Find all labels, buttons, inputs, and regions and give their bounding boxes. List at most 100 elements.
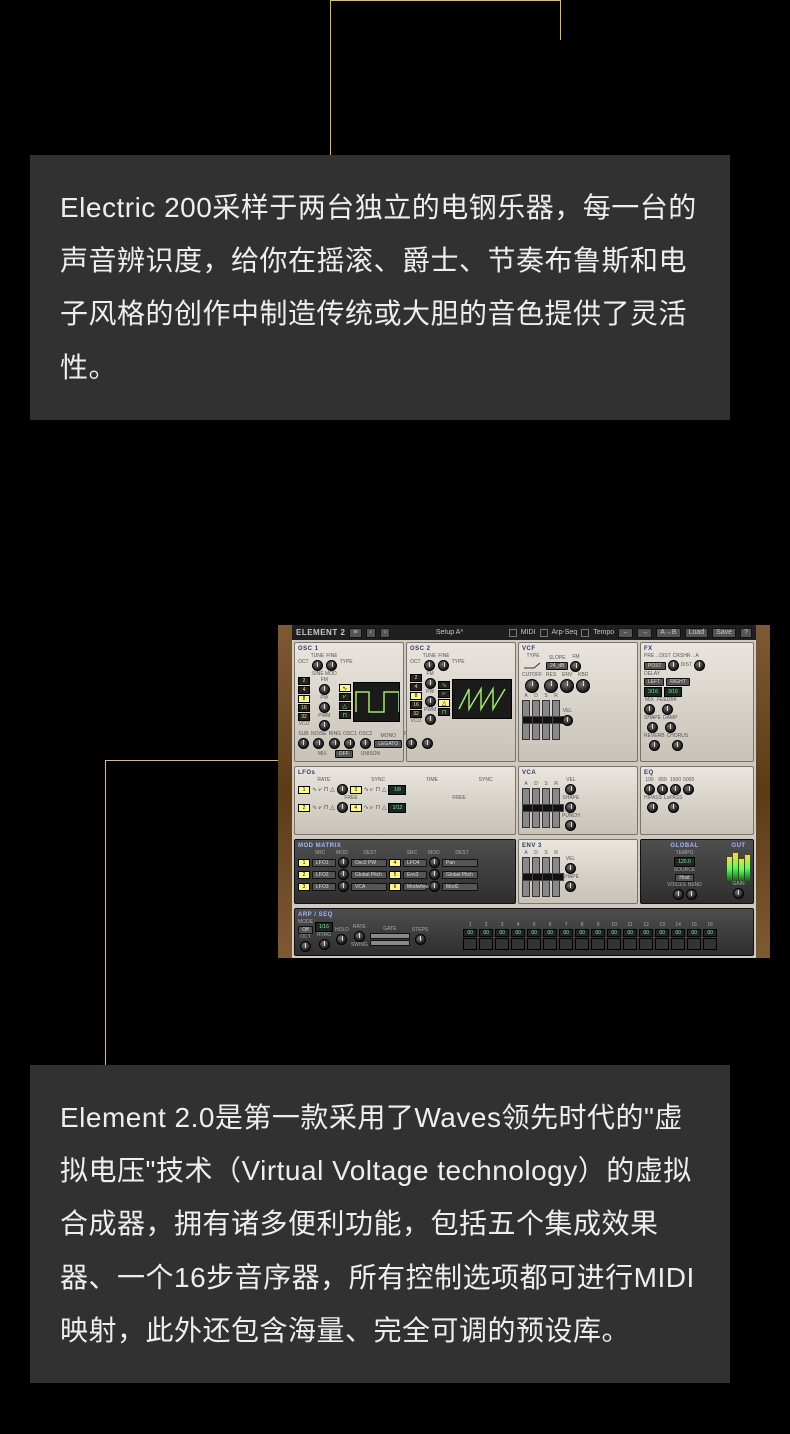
step-pad-12[interactable] — [639, 938, 653, 950]
mm-1-src[interactable]: LFO1 — [312, 859, 336, 867]
vca-s-slider[interactable] — [542, 788, 550, 828]
step-val-3[interactable]: 00 — [495, 929, 509, 937]
mm-5-mod[interactable] — [429, 869, 440, 880]
menu-button[interactable]: ≡ — [349, 628, 361, 638]
fx-damp-knob[interactable] — [665, 722, 676, 733]
step-pad-2[interactable] — [479, 938, 493, 950]
vcf-vel-knob[interactable] — [562, 715, 573, 726]
filter-curve-icon[interactable] — [522, 660, 544, 672]
vcf-d-slider[interactable] — [532, 700, 540, 740]
step-pad-6[interactable] — [543, 938, 557, 950]
arp-rtrg-knob[interactable] — [319, 939, 330, 950]
env3-s-slider[interactable] — [542, 857, 550, 897]
fx-post-button[interactable]: POST — [644, 662, 666, 670]
step-val-11[interactable]: 00 — [623, 929, 637, 937]
osc1-noise-knob[interactable] — [313, 738, 324, 749]
lfo-2[interactable]: 2 — [298, 804, 310, 812]
osc2-tune-knob[interactable] — [424, 660, 435, 671]
step-pad-1[interactable] — [463, 938, 477, 950]
step-val-10[interactable]: 00 — [607, 929, 621, 937]
fx-right-time[interactable]: 3/16 — [664, 687, 682, 697]
arp-hold-knob[interactable] — [336, 934, 347, 945]
step-val-13[interactable]: 00 — [655, 929, 669, 937]
step-pad-13[interactable] — [655, 938, 669, 950]
step-pad-5[interactable] — [527, 938, 541, 950]
mm-3[interactable]: 3 — [298, 883, 310, 891]
vcf-cutoff-knob[interactable] — [525, 679, 539, 693]
arp-rate-knob[interactable] — [354, 931, 365, 942]
step-val-4[interactable]: 00 — [511, 929, 525, 937]
env3-d-slider[interactable] — [532, 857, 540, 897]
osc1-sub-knob[interactable] — [298, 738, 309, 749]
arp-steps-knob[interactable] — [415, 934, 426, 945]
arpseq-checkbox[interactable] — [540, 629, 548, 637]
step-pad-11[interactable] — [623, 938, 637, 950]
lfo2-rate-knob[interactable] — [337, 802, 348, 813]
step-val-14[interactable]: 00 — [671, 929, 685, 937]
osc2-wave-sine[interactable]: ∿ — [438, 681, 450, 689]
env3-r-slider[interactable] — [552, 857, 560, 897]
step-pad-16[interactable] — [703, 938, 717, 950]
ab-button[interactable]: A→B — [656, 628, 680, 638]
vca-r-slider[interactable] — [552, 788, 560, 828]
tempo-value[interactable]: 120.0 — [674, 857, 695, 867]
eq-hp-knob[interactable] — [647, 802, 658, 813]
osc2-oct-8[interactable]: 8 — [410, 692, 422, 700]
osc1-oct-32[interactable]: 32 — [298, 713, 310, 721]
off-button[interactable]: OFF — [335, 750, 353, 758]
mm-3-dest[interactable]: VCA — [351, 883, 387, 891]
lfo4-time[interactable]: 1/12 — [388, 803, 406, 813]
mm-2-mod[interactable] — [338, 869, 349, 880]
vcf-s-slider[interactable] — [542, 700, 550, 740]
osc1-oct-4[interactable]: 4 — [298, 686, 310, 694]
osc2-pw-knob[interactable] — [425, 696, 436, 707]
mm-2[interactable]: 2 — [298, 871, 310, 879]
mm-6-mod[interactable] — [429, 881, 440, 892]
help-button[interactable]: ? — [740, 628, 752, 638]
vcf-fm-knob[interactable] — [570, 661, 581, 672]
fx-reverb-knob[interactable] — [649, 740, 660, 751]
env3-a-slider[interactable] — [522, 857, 530, 897]
eq-650-knob[interactable] — [657, 784, 668, 795]
fx-mix-knob[interactable] — [644, 704, 655, 715]
eq-100-knob[interactable] — [644, 784, 655, 795]
fx-dist-knob[interactable] — [668, 660, 679, 671]
osc1-oct-16[interactable]: 16 — [298, 704, 310, 712]
vca-shape-knob[interactable] — [565, 802, 576, 813]
osc2-oct-4[interactable]: 4 — [410, 683, 422, 691]
osc2-pwm-knob[interactable] — [425, 714, 436, 725]
osc1-wave-tri[interactable]: △ — [339, 702, 351, 710]
mm-5-dest[interactable]: Global Pitch — [442, 871, 478, 879]
vcf-slope-value[interactable]: 24_dB — [546, 662, 568, 670]
osc1-wave-sine[interactable]: ∿ — [339, 684, 351, 692]
mm-3-src[interactable]: LFO3 — [312, 883, 336, 891]
mm-4-src[interactable]: LFO4 — [403, 859, 427, 867]
fx-left-button[interactable]: LEFT — [644, 678, 664, 686]
vca-d-slider[interactable] — [532, 788, 540, 828]
osc1-fm-knob[interactable] — [319, 684, 330, 695]
step-val-1[interactable]: 00 — [463, 929, 477, 937]
arp-gate-slider[interactable] — [370, 933, 410, 939]
redo-button[interactable]: → — [637, 628, 652, 638]
osc1-wave-saw[interactable]: ⩗ — [339, 693, 351, 701]
mm-5-src[interactable]: Env3 — [403, 871, 427, 879]
step-pad-7[interactable] — [559, 938, 573, 950]
fx-shape-knob[interactable] — [647, 722, 658, 733]
source-value[interactable]: Host — [675, 874, 693, 882]
osc1-mix1-knob[interactable] — [344, 738, 355, 749]
osc1-wave-sqr[interactable]: ⊓ — [339, 711, 351, 719]
eq-1500-knob[interactable] — [670, 784, 681, 795]
step-val-7[interactable]: 00 — [559, 929, 573, 937]
osc1-ring-knob[interactable] — [329, 738, 340, 749]
osc1-oct-8[interactable]: 8 — [298, 695, 310, 703]
osc1-pwm-knob[interactable] — [319, 720, 330, 731]
env3-vel-knob[interactable] — [565, 863, 576, 874]
mm-6-src[interactable]: Modwheel — [403, 883, 427, 891]
arp-oct-knob[interactable] — [300, 941, 311, 952]
legato-button[interactable]: LEGATO — [374, 740, 402, 748]
lfo-4[interactable]: 4 — [350, 804, 362, 812]
step-val-9[interactable]: 00 — [591, 929, 605, 937]
arp-mode-value[interactable]: Off — [298, 926, 313, 934]
vca-a-slider[interactable] — [522, 788, 530, 828]
mm-1[interactable]: 1 — [298, 859, 310, 867]
